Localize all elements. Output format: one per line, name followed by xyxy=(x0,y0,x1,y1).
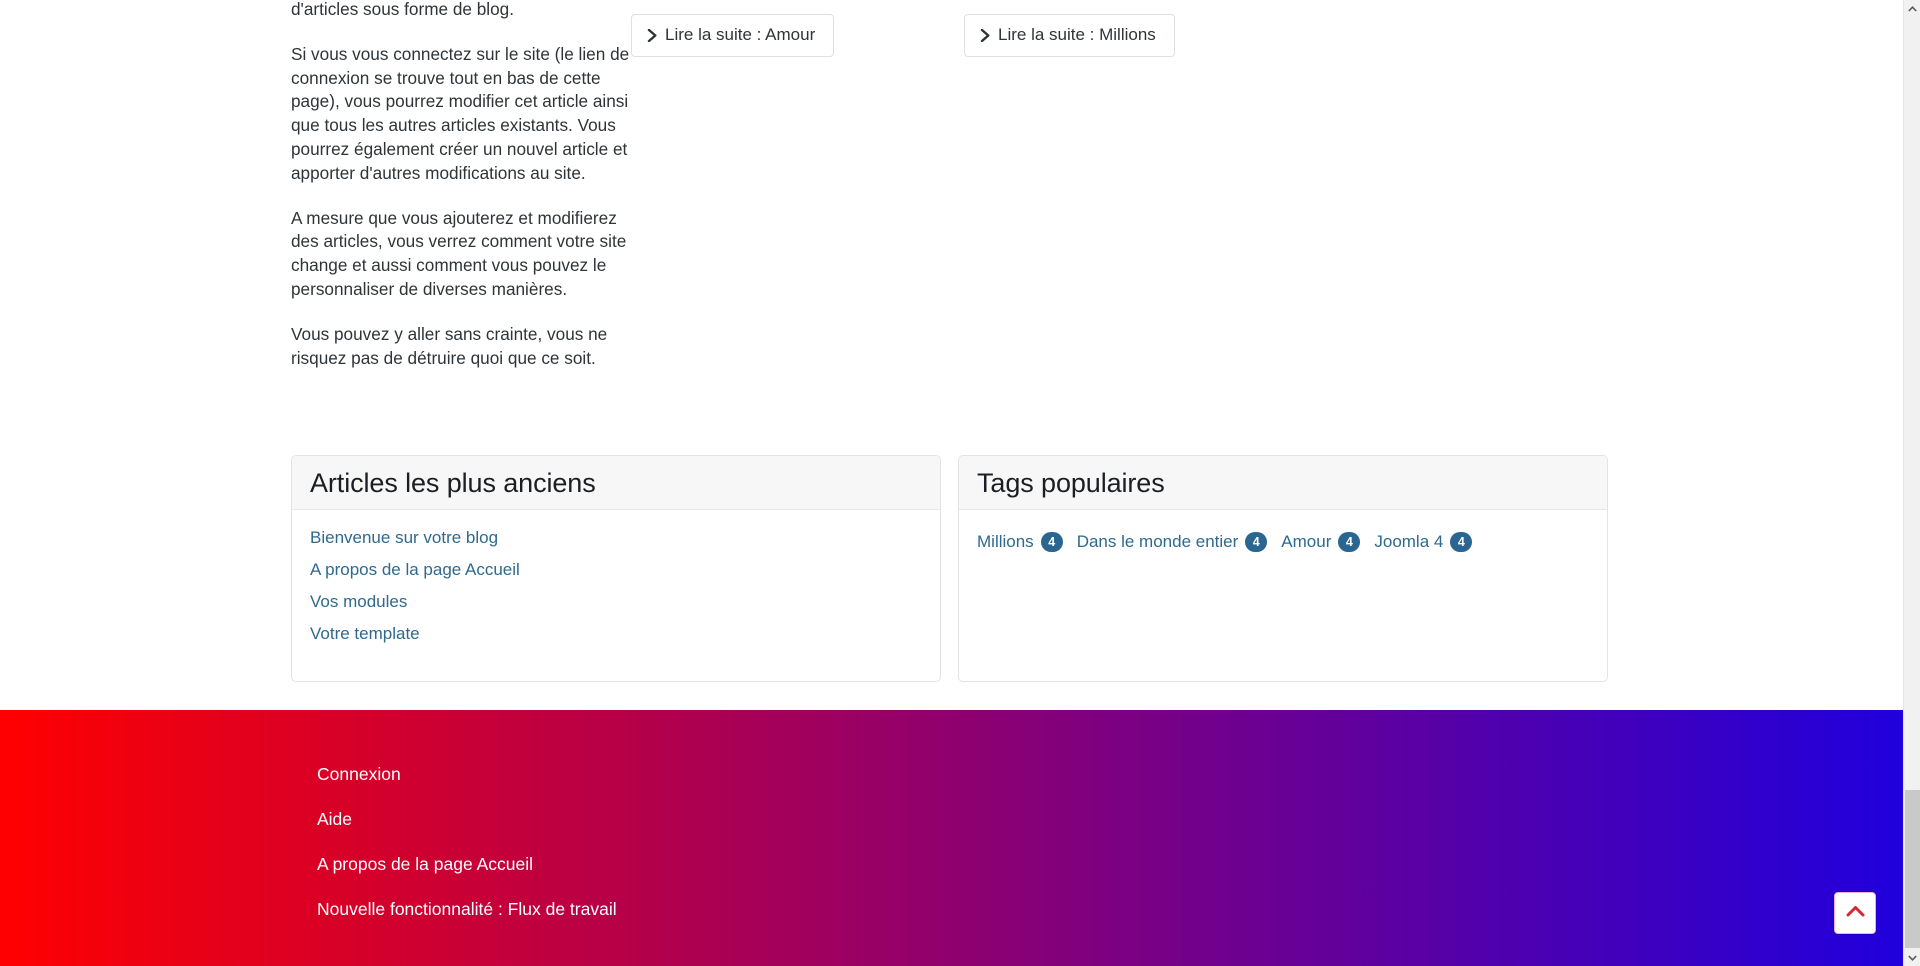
footer-nav: Connexion Aide A propos de la page Accue… xyxy=(0,710,1904,921)
footer-link-aide[interactable]: Aide xyxy=(317,809,352,829)
tag-item-4[interactable]: Joomla 4 4 xyxy=(1374,531,1473,553)
scroll-up-arrow-icon[interactable] xyxy=(1904,0,1920,17)
panel-popular-tags-body: Millions 4 Dans le monde entier 4 Amour … xyxy=(959,510,1607,563)
blog-article-columns: Ce site est un exemple d'affichage d'art… xyxy=(0,0,1904,391)
list-item: A propos de la page Accueil xyxy=(317,852,1904,876)
vertical-scrollbar[interactable] xyxy=(1903,0,1920,966)
list-item: Nouvelle fonctionnalité : Flux de travai… xyxy=(317,897,1904,921)
panel-older-articles-body: Bienvenue sur votre blog A propos de la … xyxy=(292,510,940,665)
list-item: Bienvenue sur votre blog xyxy=(310,527,922,549)
footer-link-nouvelle-fonctionnalite[interactable]: Nouvelle fonctionnalité : Flux de travai… xyxy=(317,899,617,919)
status-badge: 4 xyxy=(1040,532,1063,552)
footer-link-connexion[interactable]: Connexion xyxy=(317,764,401,784)
read-more-amour-label: Lire la suite : Amour xyxy=(665,25,816,44)
tag-item-2[interactable]: Dans le monde entier 4 xyxy=(1077,531,1268,553)
status-badge: 4 xyxy=(1245,532,1268,552)
article-paragraph-2: Si vous vous connectez sur le site (le l… xyxy=(291,43,630,183)
tag-label: Dans le monde entier xyxy=(1076,532,1239,551)
read-more-millions-label: Lire la suite : Millions xyxy=(998,25,1156,44)
scrollbar-thumb[interactable] xyxy=(1905,790,1920,948)
chevron-right-icon xyxy=(647,28,658,42)
panel-popular-tags-header: Tags populaires xyxy=(959,456,1607,510)
tag-item-1[interactable]: Millions 4 xyxy=(977,531,1063,553)
older-article-link-1[interactable]: Bienvenue sur votre blog xyxy=(310,528,498,547)
tag-label: Amour xyxy=(1281,532,1332,551)
panel-older-articles-title: Articles les plus anciens xyxy=(310,467,596,498)
older-article-link-3[interactable]: Vos modules xyxy=(310,592,407,611)
site-footer: Connexion Aide A propos de la page Accue… xyxy=(0,710,1904,966)
older-article-link-4[interactable]: Votre template xyxy=(310,624,420,643)
read-more-amour-button[interactable]: Lire la suite : Amour xyxy=(631,14,835,57)
status-badge: 4 xyxy=(1450,532,1473,552)
panel-popular-tags: Tags populaires Millions 4 Dans le monde… xyxy=(958,455,1608,682)
article-paragraph-1: d'articles sous forme de blog. xyxy=(291,0,515,19)
tag-label: Joomla 4 xyxy=(1374,532,1444,551)
list-item: A propos de la page Accueil xyxy=(310,559,922,581)
article-column-amour: contribue : Lire la suite : Amour xyxy=(631,0,964,391)
article-column-millions: format blog. Lire la suite : Millions xyxy=(964,0,1297,391)
popular-tags-list: Millions 4 Dans le monde entier 4 Amour … xyxy=(977,527,1589,553)
back-to-top-button[interactable] xyxy=(1834,892,1876,934)
article-paragraph-4: Vous pouvez y aller sans crainte, vous n… xyxy=(291,323,608,368)
panel-older-articles: Articles les plus anciens Bienvenue sur … xyxy=(291,455,941,682)
list-item: Connexion xyxy=(317,762,1904,786)
panel-popular-tags-title: Tags populaires xyxy=(977,467,1165,498)
read-more-millions-button[interactable]: Lire la suite : Millions xyxy=(964,14,1175,57)
older-article-link-2[interactable]: A propos de la page Accueil xyxy=(310,560,520,579)
article-paragraph-3: A mesure que vous ajouterez et modifiere… xyxy=(291,207,627,299)
article-column-intro: Ce site est un exemple d'affichage d'art… xyxy=(291,0,631,391)
chevron-right-icon xyxy=(980,28,991,42)
list-item: Vos modules xyxy=(310,591,922,613)
tag-item-3[interactable]: Amour 4 xyxy=(1281,531,1361,553)
older-articles-list: Bienvenue sur votre blog A propos de la … xyxy=(310,527,922,645)
status-badge: 4 xyxy=(1338,532,1361,552)
tag-label: Millions xyxy=(977,532,1034,551)
browser-viewport: Ce site est un exemple d'affichage d'art… xyxy=(0,0,1920,966)
list-item: Votre template xyxy=(310,623,922,645)
footer-link-a-propos[interactable]: A propos de la page Accueil xyxy=(317,854,533,874)
chevron-up-icon xyxy=(1846,904,1865,922)
list-item: Aide xyxy=(317,807,1904,831)
panel-older-articles-header: Articles les plus anciens xyxy=(292,456,940,510)
module-panels: Articles les plus anciens Bienvenue sur … xyxy=(291,455,1614,682)
scroll-down-arrow-icon[interactable] xyxy=(1904,949,1920,966)
page-content: Ce site est un exemple d'affichage d'art… xyxy=(0,0,1904,966)
